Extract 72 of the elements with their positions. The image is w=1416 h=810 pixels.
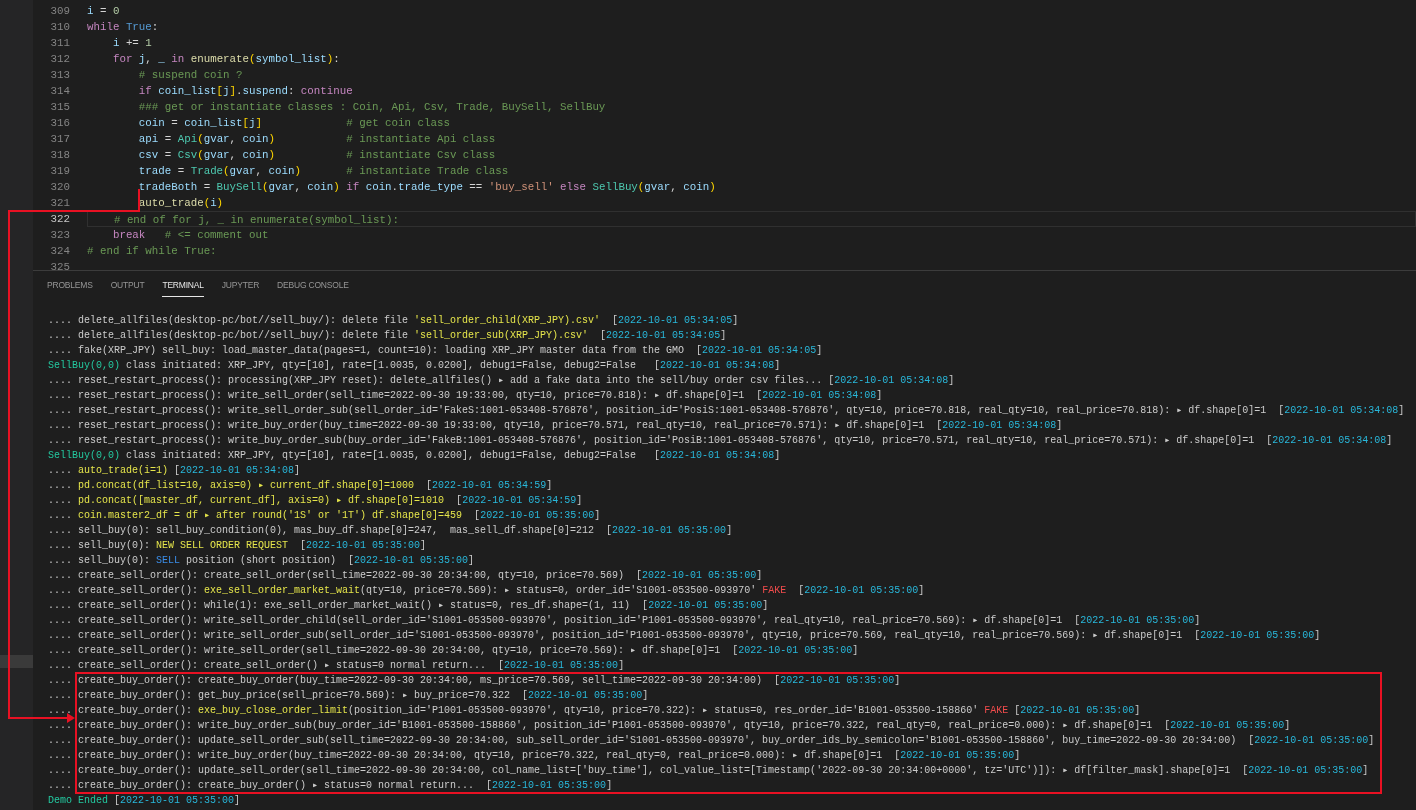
- terminal-line: .... create_sell_order(): create_sell_order() ▸ status=0 normal return... [2022-10-01 05:35:00]: [48, 660, 625, 671]
- line-number: 309: [49, 4, 70, 19]
- line-number: 318: [49, 148, 70, 163]
- code-line: csv = Csv(gvar, coin) # instantiate Csv class: [137, 149, 496, 161]
- line-number: 317: [49, 132, 70, 147]
- terminal-line: .... delete_allfiles(desktop-pc/bot//sell_buy/): delete file 'sell_order_sub(XRP_JPY).csv' [2022-10-01 05:34:05]: [48, 330, 727, 341]
- line-number: 312: [49, 52, 70, 67]
- panel-tab[interactable]: DEBUG CONSOLE: [277, 279, 349, 297]
- terminal-line: .... reset_restart_process(): write_buy_order(buy_time=2022-09-30 19:33:00, qty=10, price=70.571, real_qty=10, real_price=70.571): ▸ df.shape[0]=1 [2022-10-01 05:34:08]: [48, 420, 1063, 431]
- terminal-line: .... coin.master2_df = df ▸ after round('1S' or '1T') df.shape[0]=459 [2022-10-01 05:35:00]: [48, 510, 601, 521]
- code-line: # suspend coin ?: [137, 69, 243, 81]
- terminal-line: .... create_buy_order(): create_buy_order(buy_time=2022-09-30 20:34:00, ms_price=70.569, sell_time=2022-09-30 20:34:00) [2022-10-01 05:35:00]: [48, 675, 901, 686]
- panel-tab[interactable]: PROBLEMS: [47, 279, 93, 297]
- terminal-line: .... create_buy_order(): update_sell_order_sub(sell_time=2022-09-30 20:34:00, sub_sell_order_id='S1001-053500-093970', buy_order_ids_by_semicolon='B1001-053500-158860', buy_time=2022-09-30 20:34:00) [2022-10-01 05:35:00]: [48, 735, 1375, 746]
- terminal-line: .... fake(XRP_JPY) sell_buy: load_master_data(pages=1, count=10): loading XRP_JPY master data from the GMO [2022-10-01 05:34:05]: [48, 345, 823, 356]
- line-number: 319: [49, 164, 70, 179]
- panel-tab[interactable]: TERMINAL: [162, 279, 204, 297]
- code-line: api = Api(gvar, coin) # instantiate Api class: [137, 133, 496, 145]
- line-number: 311: [49, 36, 70, 51]
- code-line: break # <= comment out: [111, 229, 269, 241]
- terminal-line: .... sell_buy(0): SELL position (short position) [2022-10-01 05:35:00]: [48, 555, 475, 566]
- terminal-line: .... create_sell_order(): exe_sell_order_market_wait(qty=10, price=70.569): ▸ status=0, order_id='S1001-053500-093970' FAKE [2022-10-01 05:35:00]: [48, 585, 925, 596]
- code-line: coin = coin_list[j] # get coin class: [137, 117, 450, 129]
- code-line: i = 0: [87, 5, 120, 17]
- terminal-line: .... reset_restart_process(): write_sell_order(sell_time=2022-09-30 19:33:00, qty=10, price=70.818): ▸ df.shape[0]=1 [2022-10-01 05:34:08]: [48, 390, 883, 401]
- terminal-line: .... delete_allfiles(desktop-pc/bot//sell_buy/): delete file 'sell_order_child(XRP_JPY).csv' [2022-10-01 05:34:05]: [48, 315, 739, 326]
- terminal-line: .... sell_buy(0): sell_buy_condition(0), mas_buy_df.shape[0]=247, mas_sell_df.shape[0]=212 [2022-10-01 05:35:00]: [48, 525, 733, 536]
- line-number: 310: [49, 20, 70, 35]
- panel-tab[interactable]: OUTPUT: [110, 279, 145, 297]
- code-line: tradeBoth = BuySell(gvar, coin) if coin.trade_type == 'buy_sell' else SellBuy(gvar, coin): [137, 181, 716, 193]
- terminal-line: .... create_buy_order(): write_buy_order(buy_time=2022-09-30 20:34:00, qty=10, price=70.322, real_qty=0, real_price=0.000): ▸ df.shape[0]=1 [2022-10-01 05:35:00]: [48, 750, 1021, 761]
- line-number: 316: [49, 116, 70, 131]
- line-number: 314: [49, 84, 70, 99]
- code-line: i += 1: [111, 37, 152, 49]
- terminal-line: Demo Ended [2022-10-01 05:35:00]: [48, 795, 241, 806]
- terminal-line: .... create_sell_order(): write_sell_order(sell_time=2022-09-30 20:34:00, qty=10, price=70.569): ▸ df.shape[0]=1 [2022-10-01 05:35:00]: [48, 645, 859, 656]
- terminal-line: .... pd.concat([master_df, current_df], axis=0) ▸ df.shape[0]=1010 [2022-10-01 05:34:59]: [48, 495, 583, 506]
- terminal-line: .... sell_buy(0): NEW SELL ORDER REQUEST [2022-10-01 05:35:00]: [48, 540, 427, 551]
- terminal-line: SellBuy(0,0) class initiated: XRP_JPY, qty=[10], rate=[1.0035, 0.0200], debug1=False, debug2=False [2022-10-01 05:34:08]: [48, 360, 781, 371]
- terminal-line: .... create_buy_order(): get_buy_price(sell_price=70.569): ▸ buy_price=70.322 [2022-10-01 05:35:00]: [48, 690, 649, 701]
- selection-marker: [0, 655, 33, 668]
- terminal-line: .... create_buy_order(): create_buy_order() ▸ status=0 normal return... [2022-10-01 05:35:00]: [48, 780, 613, 791]
- panel-tab[interactable]: JUPYTER: [221, 279, 260, 297]
- code-line: ### get or instantiate classes : Coin, Api, Csv, Trade, BuySell, SellBuy: [137, 101, 606, 113]
- terminal-line: .... create_sell_order(): write_sell_order_sub(sell_order_id='S1001-053500-093970', position_id='P1001-053500-093970', qty=10, price=70.569, real_qty=10, real_price=70.569): ▸ df.shape[0]=1 [2022-10-01 05:35:00]: [48, 630, 1321, 641]
- terminal-line: .... reset_restart_process(): processing(XRP_JPY reset): delete_allfiles() ▸ add a fake data into the sell/buy order csv files... [2022-10-01 05:34:08]: [48, 375, 955, 386]
- terminal-line: .... create_buy_order(): write_buy_order_sub(buy_order_id='B1001-053500-158860', position_id='P1001-053500-093970', qty=10, price=70.322, real_qty=0, real_price=0.000): ▸ df.shape[0]=1 [2022-10-01 05:35:00]: [48, 720, 1291, 731]
- terminal-line: .... create_buy_order(): update_sell_order(sell_time=2022-09-30 20:34:00, col_name_list=['buy_time'], col_value_list=[Timestamp('2022-09-30 20:34:00+0000', tz='UTC')]): ▸ df[filter_mask].shape[0]=1 [2022-10-01 05:35:00]: [48, 765, 1369, 776]
- code-line: auto_trade(i): [137, 197, 224, 209]
- line-number: 320: [49, 180, 70, 195]
- line-number: 321: [49, 196, 70, 211]
- line-number: 315: [49, 100, 70, 115]
- code-line: if coin_list[j].suspend: continue: [137, 85, 353, 97]
- terminal-line: .... create_buy_order(): exe_buy_close_order_limit(position_id='P1001-053500-093970', qty=10, price=70.322): ▸ status=0, res_order_id='B1001-053500-158860' FAKE [2022-10-01 05:35:00]: [48, 705, 1141, 716]
- line-number: 325: [49, 260, 70, 270]
- line-number: 324: [49, 244, 70, 259]
- code-line: # end if while True:: [87, 245, 217, 257]
- terminal-line: .... auto_trade(i=1) [2022-10-01 05:34:08]: [48, 465, 301, 476]
- terminal-line: SellBuy(0,0) class initiated: XRP_JPY, qty=[10], rate=[1.0035, 0.0200], debug1=False, debug2=False [2022-10-01 05:34:08]: [48, 450, 781, 461]
- line-number: 313: [49, 68, 70, 83]
- code-line: for j, _ in enumerate(symbol_list):: [111, 53, 340, 65]
- terminal-line: .... create_sell_order(): create_sell_order(sell_time=2022-09-30 20:34:00, qty=10, price=70.569) [2022-10-01 05:35:00]: [48, 570, 763, 581]
- terminal-line: .... reset_restart_process(): write_buy_order_sub(buy_order_id='FakeB:1001-053408-576876', position_id='PosiB:1001-053408-576876', qty=10, price=70.571, real_qty=10, real_price=70.571): ▸ df.shape[0]=1 [2022-10-01 05:34:08]: [48, 435, 1393, 446]
- terminal-line: .... create_sell_order(): write_sell_order_child(sell_order_id='S1001-053500-093970', position_id='P1001-053500-093970', real_qty=10, real_price=70.569): ▸ df.shape[0]=1 [2022-10-01 05:35:00]: [48, 615, 1201, 626]
- terminal-line: .... pd.concat(df_list=10, axis=0) ▸ current_df.shape[0]=1000 [2022-10-01 05:34:59]: [48, 480, 553, 491]
- code-line: trade = Trade(gvar, coin) # instantiate Trade class: [137, 165, 509, 177]
- line-number: 322: [49, 212, 70, 227]
- line-number: 323: [49, 228, 70, 243]
- terminal-line: .... reset_restart_process(): write_sell_order_sub(sell_order_id='FakeS:1001-053408-576876', position_id='PosiS:1001-053408-576876', qty=10, price=70.818, real_qty=10, real_price=70.818): ▸ df.shape[0]=1 [2022-10-01 05:34:08]: [48, 405, 1405, 416]
- code-line: # end of for j, _ in enumerate(symbol_list):: [112, 214, 399, 226]
- code-line: while True:: [87, 21, 159, 33]
- terminal-line: .... create_sell_order(): while(1): exe_sell_order_market_wait() ▸ status=0, res_df.shape=(1, 11) [2022-10-01 05:35:00]: [48, 600, 769, 611]
